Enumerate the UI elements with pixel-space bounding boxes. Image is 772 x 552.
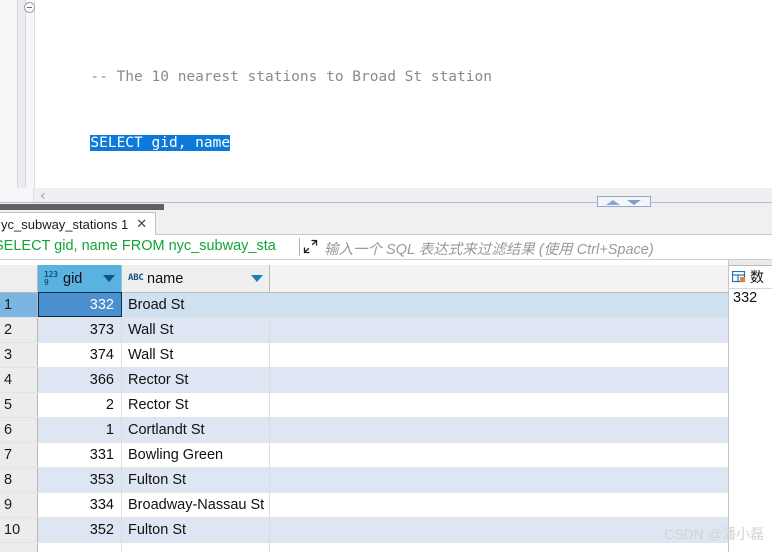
cell-gid[interactable]: 374 bbox=[38, 343, 122, 367]
cell-name[interactable]: Wall St bbox=[122, 343, 270, 367]
grid-header-rownum bbox=[0, 265, 38, 292]
cell-name[interactable]: Wall St bbox=[122, 318, 270, 342]
row-number[interactable]: 4 bbox=[0, 368, 38, 392]
table-row[interactable]: 7 331 Bowling Green bbox=[0, 443, 728, 468]
cell-empty-tail bbox=[270, 518, 728, 542]
sql-code-area[interactable]: -- The 10 nearest stations to Broad St s… bbox=[34, 0, 772, 188]
text-type-icon: ABC bbox=[128, 273, 144, 283]
executed-query-text: SELECT gid, name FROM nyc_subway_sta bbox=[0, 238, 276, 254]
sql-editor[interactable]: -- The 10 nearest stations to Broad St s… bbox=[0, 0, 772, 188]
sql-comment-text: -- The 10 nearest stations to Broad St s… bbox=[90, 69, 492, 85]
table-row[interactable]: 6 1 Cortlandt St bbox=[0, 418, 728, 443]
result-tab-label: yc_subway_stations 1 bbox=[1, 216, 129, 232]
cell-empty-tail bbox=[270, 468, 728, 492]
grid-header-row: 123 9 gid ABC name bbox=[0, 265, 728, 293]
chevron-down-icon[interactable] bbox=[103, 275, 115, 282]
value-panel-title: 数 bbox=[750, 269, 764, 285]
result-grid[interactable]: 123 9 gid ABC name 1 332 Broad St 2 373 Wall … bbox=[0, 260, 728, 552]
watermark: CSDN @潘小磊 bbox=[664, 526, 764, 542]
cell-gid[interactable]: 334 bbox=[38, 493, 122, 517]
cell-empty-tail bbox=[270, 418, 728, 442]
table-row[interactable]: 9 334 Broadway-Nassau St bbox=[0, 493, 728, 518]
cell-name[interactable]: Fulton St bbox=[122, 468, 270, 492]
grid-header-filler bbox=[270, 265, 728, 292]
collapse-down-arrow-icon[interactable] bbox=[627, 200, 641, 205]
splitter-line bbox=[0, 202, 772, 203]
table-row-empty bbox=[0, 543, 728, 552]
cell-empty-tail bbox=[270, 318, 728, 342]
cell-gid[interactable]: 373 bbox=[38, 318, 122, 342]
cell-gid[interactable]: 1 bbox=[38, 418, 122, 442]
table-row[interactable]: 5 2 Rector St bbox=[0, 393, 728, 418]
row-number[interactable]: 7 bbox=[0, 443, 38, 467]
table-row[interactable]: 4 366 Rector St bbox=[0, 368, 728, 393]
value-viewer-panel[interactable]: 数 332 bbox=[728, 260, 772, 552]
filter-input-placeholder[interactable]: 输入一个 SQL 表达式来过滤结果 (使用 Ctrl+Space) bbox=[324, 238, 654, 259]
cell-gid[interactable]: 352 bbox=[38, 518, 122, 542]
cell-name[interactable]: Broadway-Nassau St bbox=[122, 493, 270, 517]
result-tab-nyc-subway-stations[interactable]: yc_subway_stations 1 ✕ bbox=[0, 212, 157, 235]
cell-empty bbox=[0, 543, 38, 552]
row-number[interactable]: 5 bbox=[0, 393, 38, 417]
editor-hscrollbar-thumb[interactable] bbox=[0, 204, 164, 210]
table-row[interactable]: 3 374 Wall St bbox=[0, 343, 728, 368]
cell-empty-tail bbox=[270, 443, 728, 467]
editor-gutter-stripe bbox=[17, 0, 26, 188]
filter-divider bbox=[299, 238, 300, 256]
cell-gid[interactable]: 353 bbox=[38, 468, 122, 492]
table-row[interactable]: 10 352 Fulton St bbox=[0, 518, 728, 543]
grid-header-gid-label: gid bbox=[63, 270, 83, 287]
result-tab-bar: yc_subway_stations 1 ✕ bbox=[0, 211, 772, 235]
row-number[interactable]: 10 bbox=[0, 518, 38, 542]
sql-comment-line: -- The 10 nearest stations to Broad St s… bbox=[34, 44, 772, 85]
cell-gid[interactable]: 366 bbox=[38, 368, 122, 392]
splitter-collapse-control[interactable] bbox=[597, 196, 651, 207]
table-row[interactable]: 1 332 Broad St bbox=[0, 292, 728, 318]
value-panel-value: 332 bbox=[733, 290, 758, 306]
cell-name[interactable]: Bowling Green bbox=[122, 443, 270, 467]
sql-line-1-text: SELECT gid, name bbox=[90, 135, 231, 151]
cell-name[interactable]: Rector St bbox=[122, 368, 270, 392]
cell-empty bbox=[38, 543, 122, 552]
cell-name[interactable]: Broad St bbox=[122, 293, 270, 317]
collapse-up-arrow-icon[interactable] bbox=[606, 200, 620, 205]
result-filter-bar[interactable]: SELECT gid, name FROM nyc_subway_sta 输入一… bbox=[0, 235, 772, 260]
cell-gid[interactable]: 331 bbox=[38, 443, 122, 467]
cell-name[interactable]: Cortlandt St bbox=[122, 418, 270, 442]
sql-line-1: SELECT gid, name bbox=[34, 110, 772, 151]
grid-header-name[interactable]: ABC name bbox=[122, 265, 270, 292]
grid-body[interactable]: 1 332 Broad St 2 373 Wall St 3 374 Wall St 4 366 Re… bbox=[0, 292, 728, 552]
cell-name[interactable]: Fulton St bbox=[122, 518, 270, 542]
chevron-down-icon[interactable] bbox=[251, 275, 263, 282]
sql-line-2: FROM nyc_subway_stations bbox=[34, 176, 772, 188]
cell-empty-tail bbox=[270, 493, 728, 517]
cell-empty-tail bbox=[270, 343, 728, 367]
cell-empty bbox=[122, 543, 270, 552]
table-row[interactable]: 2 373 Wall St bbox=[0, 318, 728, 343]
cell-empty-tail bbox=[270, 293, 728, 317]
row-number[interactable]: 2 bbox=[0, 318, 38, 342]
row-number[interactable]: 9 bbox=[0, 493, 38, 517]
row-number[interactable]: 8 bbox=[0, 468, 38, 492]
grid-header-gid[interactable]: 123 9 gid bbox=[38, 265, 122, 292]
row-number[interactable]: 6 bbox=[0, 418, 38, 442]
value-panel-divider bbox=[729, 288, 772, 289]
editor-gutter bbox=[0, 0, 35, 188]
cell-gid[interactable]: 332 bbox=[38, 292, 122, 317]
back-chevron-icon[interactable]: ‹ bbox=[40, 189, 46, 203]
row-number[interactable]: 3 bbox=[0, 343, 38, 367]
numeric-type-icon-bottom: 9 bbox=[44, 277, 49, 287]
close-icon[interactable]: ✕ bbox=[136, 217, 147, 232]
numeric-type-icon: 123 9 bbox=[44, 270, 59, 287]
cell-empty-tail bbox=[270, 393, 728, 417]
grid-panel-icon bbox=[731, 270, 747, 284]
grid-header-name-label: name bbox=[147, 270, 184, 287]
value-panel-header: 数 bbox=[729, 266, 772, 288]
cell-empty-tail bbox=[270, 368, 728, 392]
expand-arrows-icon[interactable] bbox=[303, 239, 318, 254]
cell-gid[interactable]: 2 bbox=[38, 393, 122, 417]
table-row[interactable]: 8 353 Fulton St bbox=[0, 468, 728, 493]
row-number[interactable]: 1 bbox=[0, 293, 38, 317]
cell-name[interactable]: Rector St bbox=[122, 393, 270, 417]
